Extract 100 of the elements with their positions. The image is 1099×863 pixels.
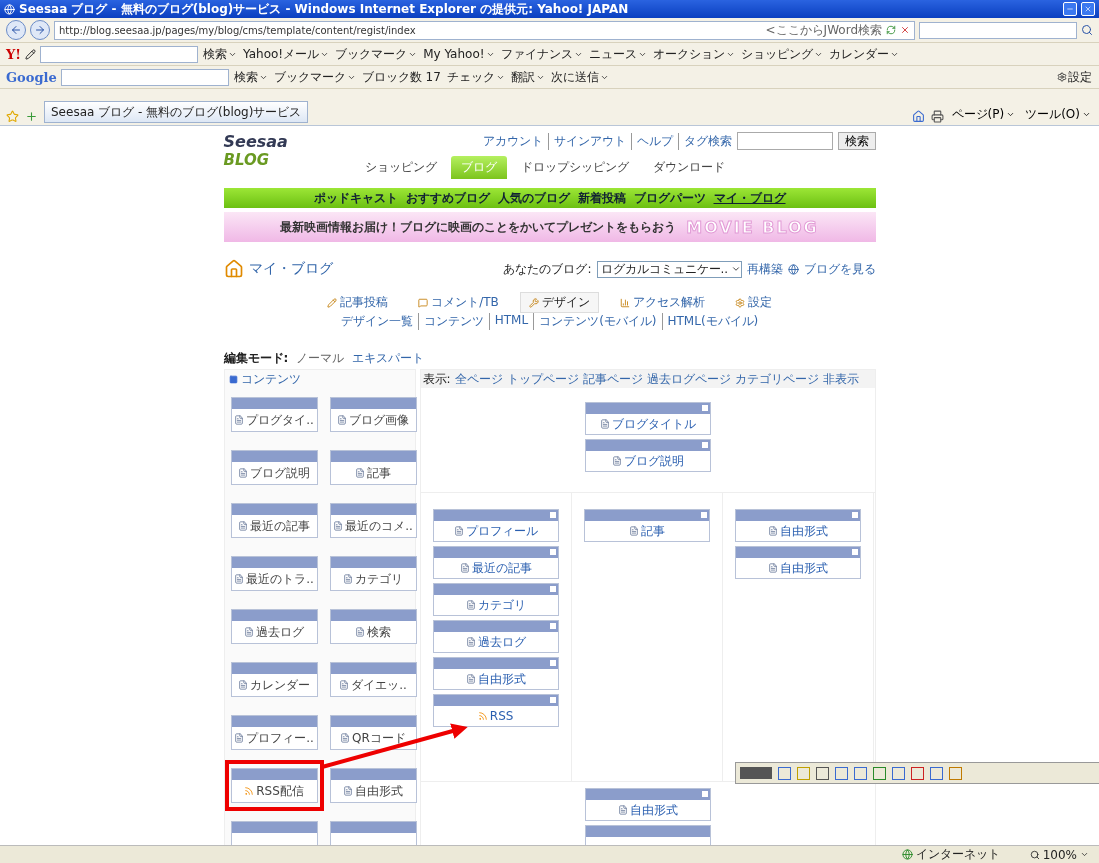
widget-tile[interactable]: RSS配信 [230, 768, 318, 803]
toolbar-button[interactable]: ブックマーク [272, 68, 357, 86]
design-sublink[interactable]: コンテンツ [417, 313, 484, 330]
widget-tile[interactable]: 記事 [584, 509, 710, 542]
widget-tile[interactable]: カテゴリ [329, 556, 417, 591]
header-link[interactable]: ヘルプ [630, 132, 673, 150]
toolbar-button[interactable]: ショッピング [739, 45, 824, 63]
section-tab[interactable]: デザイン [519, 292, 599, 313]
widget-label: RSS [489, 709, 514, 723]
view-link[interactable]: 記事ページ [582, 370, 643, 388]
widget-label: 自由形式 [780, 522, 829, 540]
widget-label: 検索 [367, 623, 391, 641]
widget-label: 最近の記事 [250, 517, 310, 535]
widget-tile[interactable]: ブログ説明 [584, 439, 711, 472]
yahoo-logo[interactable]: Y! [6, 46, 21, 62]
header-link[interactable]: アカウント [482, 132, 543, 150]
edit-mode-option[interactable]: ノーマル [296, 350, 345, 367]
widget-tile[interactable]: 過去ログ [432, 620, 559, 653]
rebuild-link[interactable]: 再構築 [746, 260, 783, 278]
view-link[interactable]: トップページ [506, 370, 579, 388]
blog-select[interactable]: ログカルコミュニケー.. [596, 260, 742, 278]
view-link[interactable]: カテゴリページ [734, 370, 819, 388]
widget-tile[interactable]: 過去ログ [230, 609, 318, 644]
widget-label: ブログ説明 [250, 464, 310, 482]
widget-tile[interactable]: ブログタイトル [584, 402, 711, 435]
section-tab[interactable]: 設定 [725, 292, 781, 313]
command-button[interactable]: ページ(P) [949, 106, 1018, 123]
widget-tile[interactable]: 自由形式 [329, 768, 417, 803]
widget-label: QRコード [352, 729, 406, 747]
widget-label: カレンダー [250, 676, 310, 694]
site-logo[interactable]: Seesaa [223, 132, 349, 151]
widget-label: カテゴリ [355, 570, 403, 588]
toolbar-button[interactable]: Yahoo!メール [242, 45, 331, 63]
design-sublink[interactable]: HTML [488, 313, 529, 330]
toolbar-button[interactable]: オークション [651, 45, 736, 63]
widget-tile[interactable]: プログタイ.. [230, 397, 318, 432]
search-button[interactable]: 検索 [837, 132, 876, 150]
toolbar-button[interactable]: ブックマーク [334, 45, 419, 63]
view-blog-link[interactable]: ブログを見る [803, 260, 876, 278]
widget-tile[interactable]: 自由形式 [735, 509, 862, 542]
toolbar-button[interactable]: ブロック数 17 [360, 68, 442, 86]
google-search-button[interactable]: 検索 [232, 68, 269, 86]
banner-text: 最新映画情報お届け！ブログに映画のことをかいてプレゼントをもらおう [280, 218, 677, 236]
widget-tile[interactable]: 検索 [329, 609, 417, 644]
widget-tile[interactable]: カテゴリ [432, 583, 559, 616]
edit-mode-option[interactable]: エキスパート [352, 350, 425, 367]
widget-tile[interactable]: ブログ説明 [230, 450, 318, 485]
command-button[interactable]: ツール(O) [1023, 106, 1093, 123]
widget-tile[interactable]: プロフィー.. [230, 715, 318, 750]
widget-tile[interactable]: 最近のコメ.. [329, 503, 417, 538]
widget-label: ブログ説明 [623, 452, 684, 470]
design-sublink[interactable]: デザイン一覧 [340, 313, 413, 330]
edit-mode-label: 編集モード: [223, 350, 289, 367]
design-sublink[interactable]: コンテンツ(モバイル) [533, 313, 657, 330]
subnav-link[interactable]: おすすめブログ [405, 189, 490, 207]
widget-tile[interactable]: ダイエッ.. [329, 662, 417, 697]
widget-tile[interactable]: 自由形式 [584, 788, 711, 821]
toolbar-button[interactable]: カレンダー [827, 45, 900, 63]
section-tab[interactable]: コメント/TB [409, 292, 508, 313]
section-tab[interactable]: 記事投稿 [318, 292, 398, 313]
settings-button[interactable]: 設定 [1056, 68, 1093, 86]
widget-tile[interactable]: カレンダー [230, 662, 318, 697]
subnav-link[interactable]: 新着投稿 [577, 189, 626, 207]
section-tab[interactable]: アクセス解析 [610, 292, 714, 313]
zoom-level[interactable]: 100% [1042, 847, 1077, 862]
nav-tab[interactable]: ショッピング [354, 156, 447, 179]
toolbar-button[interactable]: 次に送信 [549, 68, 610, 86]
subnav-link[interactable]: 人気のブログ [497, 189, 570, 207]
widget-label: ブログ画像 [349, 411, 409, 429]
view-link[interactable]: 非表示 [822, 370, 859, 388]
view-link[interactable]: 過去ログページ [646, 370, 731, 388]
nav-tab[interactable]: ダウンロード [642, 156, 735, 179]
widget-tile[interactable]: 自由形式 [432, 657, 559, 690]
widget-tile[interactable]: RSS [432, 694, 559, 727]
header-link[interactable]: サインアウト [547, 132, 626, 150]
yahoo-search-button[interactable]: 検索 [202, 45, 238, 63]
nav-tab[interactable]: ドロップシッピング [510, 156, 639, 179]
widget-tile[interactable]: 最近の記事 [230, 503, 318, 538]
widget-tile[interactable]: 自由形式 [735, 546, 862, 579]
toolbar-button[interactable]: My Yahoo! [422, 47, 496, 61]
widget-tile[interactable]: QRコード [329, 715, 417, 750]
toolbar-button[interactable]: ニュース [587, 45, 648, 63]
toolbar-button[interactable]: ファイナンス [499, 45, 584, 63]
subnav-link[interactable]: ブログパーツ [633, 189, 706, 207]
widget-tile[interactable]: 最近の記事 [432, 546, 559, 579]
view-link[interactable]: 全ページ [454, 370, 503, 388]
design-sublink[interactable]: HTML(モバイル) [661, 313, 759, 330]
widget-tile[interactable]: 最近のトラ.. [230, 556, 318, 591]
widget-label: 記事 [641, 522, 665, 540]
widget-tile[interactable]: 記事 [329, 450, 417, 485]
browser-tab[interactable]: Seesaa ブログ - 無料のブログ(blog)サービス [44, 101, 309, 123]
widget-tile[interactable]: ブログ画像 [329, 397, 417, 432]
subnav-link[interactable]: ポッドキャスト [313, 189, 398, 207]
toolbar-button[interactable]: 翻訳 [509, 68, 546, 86]
subnav-link[interactable]: マイ・ブログ [713, 189, 786, 207]
address-field[interactable]: http://blog.seesaa.jp/pages/my/blog/cms/template/content/regist/index <ここからJWord検索 [54, 20, 915, 40]
toolbar-button[interactable]: チェック [445, 68, 506, 86]
widget-tile[interactable]: プロフィール [432, 509, 559, 542]
google-logo[interactable]: Google [6, 69, 57, 85]
header-link[interactable]: タグ検索 [677, 132, 732, 150]
